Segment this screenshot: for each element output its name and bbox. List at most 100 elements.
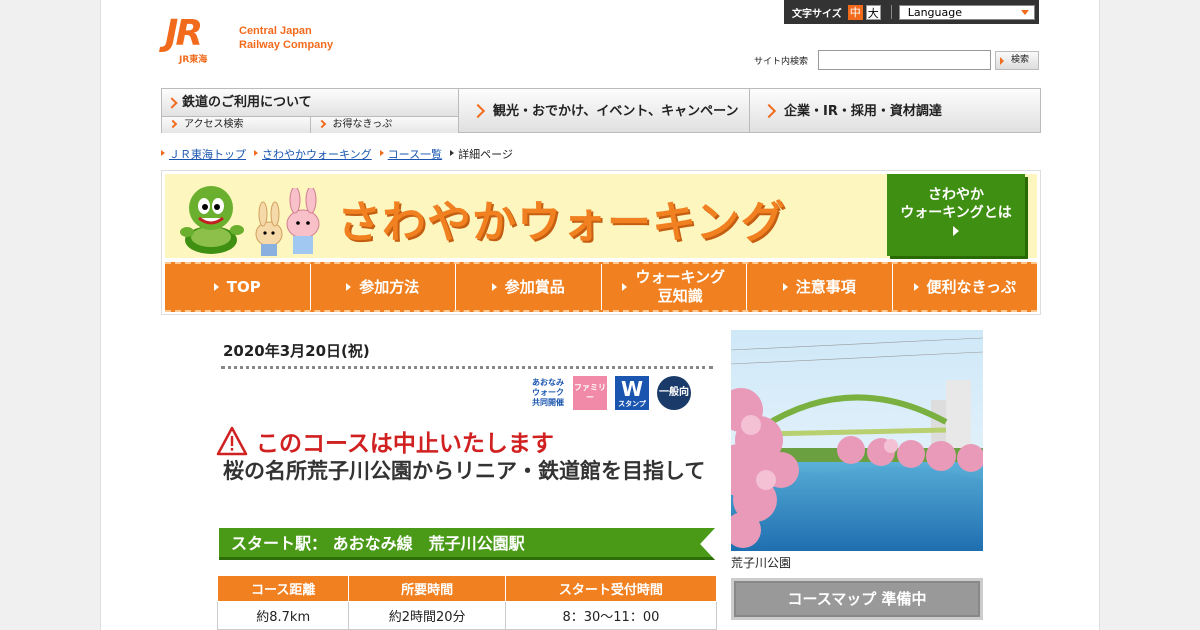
- gnav-corporate[interactable]: 企業・IR・採用・資材調達: [749, 89, 1040, 132]
- gnav-discount-tickets-label: お得なきっぷ: [332, 119, 393, 130]
- logo-text-line1: Central Japan: [239, 25, 312, 37]
- logo-text: Central Japan Railway Company: [239, 24, 333, 52]
- walking-nav-knowledge-label: ウォーキング 豆知識: [635, 268, 725, 306]
- bunny-mascots-icon: [255, 188, 320, 256]
- aonami-walk-badge-line2: 共同開催: [532, 398, 564, 407]
- search-input[interactable]: [818, 50, 991, 70]
- walking-nav-knowledge[interactable]: ウォーキング 豆知識: [600, 264, 747, 310]
- banner-header: さわやかウォーキング さわやか ウォーキングとは: [165, 174, 1037, 258]
- site-search: サイト内検索 検索: [754, 50, 1039, 70]
- start-station-label: スタート駅：: [231, 534, 328, 553]
- divider: [890, 5, 892, 19]
- course-duration: 約2時間20分: [348, 601, 506, 630]
- jr-logo-letters: JR: [165, 13, 203, 54]
- walking-banner: さわやかウォーキング さわやか ウォーキングとは TOP 参加方法 参加賞品 ウ…: [161, 170, 1041, 315]
- walking-nav-prize-label: 参加賞品: [504, 277, 565, 296]
- photo-caption: 荒子川公園: [731, 556, 792, 570]
- walking-nav-top[interactable]: TOP: [165, 264, 310, 310]
- utility-bar: 文字サイズ 中 大 Language: [784, 0, 1039, 24]
- walking-nav-prizes[interactable]: 参加賞品: [455, 264, 601, 310]
- walking-nav: TOP 参加方法 参加賞品 ウォーキング 豆知識 注意事項 便利なきっぷ: [165, 262, 1037, 312]
- about-walking-line1: さわやか: [928, 187, 984, 203]
- course-info-table: コース距離 所要時間 スタート受付時間 約8.7km 約2時間20分 8：30～…: [216, 575, 718, 630]
- warning-icon: [216, 426, 248, 456]
- start-station: スタート駅： あおなみ線 荒子川公園駅: [219, 528, 715, 560]
- cancel-notice: このコースは中止いたします: [216, 424, 554, 458]
- breadcrumb: ＪＲ東海トップ さわやかウォーキング コース一覧 詳細ページ: [161, 146, 521, 162]
- gnav-discount-tickets[interactable]: お得なきっぷ: [310, 117, 458, 133]
- play-arrow-icon: [491, 283, 497, 291]
- aonami-walk-badge-line1: あおなみウォーク: [532, 378, 564, 397]
- about-walking-button[interactable]: さわやか ウォーキングとは: [887, 174, 1025, 256]
- aonami-walk-badge: あおなみウォーク 共同開催: [531, 376, 565, 410]
- chevron-right-icon: [761, 103, 777, 119]
- walking-nav-tickets[interactable]: 便利なきっぷ: [891, 264, 1038, 310]
- logo-text-line2: Railway Company: [239, 39, 334, 51]
- table-row: 約8.7km 約2時間20分 8：30～11：00: [216, 601, 718, 630]
- table-header: スタート受付時間: [504, 575, 718, 602]
- table-header: 所要時間: [348, 575, 506, 602]
- w-stamp-badge: W スタンプ: [615, 376, 649, 410]
- arakogawa-park-photo: [731, 330, 983, 551]
- chevron-right-icon: [317, 119, 326, 129]
- family-badge: ファミリー: [573, 376, 607, 410]
- course-map-button[interactable]: コースマップ 準備中: [731, 578, 983, 620]
- walking-nav-knowledge-line2: 豆知識: [657, 287, 703, 305]
- language-select-label: Language: [907, 5, 962, 19]
- walking-nav-how-label: 参加方法: [359, 277, 420, 296]
- reception-time: 8：30～11：00: [504, 601, 718, 630]
- table-header: コース距離: [216, 575, 350, 602]
- walking-nav-top-label: TOP: [226, 277, 261, 296]
- breadcrumb-jr-top[interactable]: ＪＲ東海トップ: [161, 146, 246, 162]
- gnav-corporate-label: 企業・IR・採用・資材調達: [784, 104, 942, 119]
- breadcrumb-course-list[interactable]: コース一覧: [379, 146, 442, 162]
- jr-central-logo[interactable]: JR JR東海 Central Japan Railway Company: [165, 13, 333, 66]
- chevron-right-icon: [470, 103, 486, 119]
- play-arrow-icon: [782, 283, 788, 291]
- gnav-railway-usage-label: 鉄道のご利用について: [182, 95, 312, 110]
- walking-nav-notes[interactable]: 注意事項: [746, 264, 892, 310]
- course-distance: 約8.7km: [216, 601, 350, 630]
- walking-nav-knowledge-line1: ウォーキング: [635, 268, 726, 286]
- font-size-medium-button[interactable]: 中: [847, 4, 863, 20]
- gnav-sub: アクセス検索 お得なきっぷ: [162, 117, 458, 133]
- gnav-access-search-label: アクセス検索: [184, 119, 244, 130]
- search-button[interactable]: 検索: [995, 50, 1039, 70]
- walking-nav-notes-label: 注意事項: [795, 277, 856, 296]
- gnav-railway-usage[interactable]: 鉄道のご利用について: [162, 89, 458, 117]
- font-size-large-button[interactable]: 大: [865, 4, 881, 20]
- play-arrow-icon: [346, 283, 352, 291]
- turtle-mascot-icon: [180, 186, 244, 254]
- gnav-tourism-label: 観光・おでかけ、イベント、キャンペーン: [493, 104, 739, 119]
- w-stamp-badge-main: W: [620, 377, 644, 401]
- jr-logo-mark: JR JR東海: [165, 13, 229, 66]
- play-arrow-icon: [213, 283, 219, 291]
- font-size-label: 文字サイズ: [792, 8, 842, 20]
- gnav-access-search[interactable]: アクセス検索: [162, 117, 311, 133]
- jr-logo-sub: JR東海: [179, 55, 208, 65]
- w-stamp-badge-sub: スタンプ: [618, 400, 646, 408]
- breadcrumb-current: 詳細ページ: [450, 146, 513, 162]
- global-nav: 鉄道のご利用について アクセス検索 お得なきっぷ 観光・おでかけ、イベント、キャ…: [161, 88, 1041, 133]
- language-select[interactable]: Language: [898, 4, 1035, 20]
- banner-title: さわやかウォーキング: [337, 197, 786, 248]
- general-badge: 一般向: [657, 376, 691, 410]
- walking-nav-tickets-label: 便利なきっぷ: [926, 277, 1016, 296]
- play-arrow-icon: [622, 283, 628, 291]
- gnav-tourism[interactable]: 観光・おでかけ、イベント、キャンペーン: [459, 89, 749, 132]
- chevron-right-icon: [166, 97, 178, 109]
- course-title: 桜の名所荒子川公園からリニア・鉄道館を目指して: [223, 459, 706, 483]
- about-walking-line2: ウォーキングとは: [900, 205, 1012, 221]
- gnav-railway-group: 鉄道のご利用について アクセス検索 お得なきっぷ: [162, 89, 459, 133]
- play-arrow-icon: [953, 226, 959, 236]
- divider: [221, 366, 713, 369]
- start-station-name: あおなみ線 荒子川公園駅: [332, 534, 525, 553]
- chevron-right-icon: [168, 119, 178, 129]
- cancel-notice-text: このコースは中止いたします: [256, 431, 554, 457]
- event-date: 2020年3月20日(祝): [223, 342, 370, 360]
- search-label: サイト内検索: [753, 56, 808, 67]
- chevron-down-icon: [1020, 9, 1029, 15]
- walking-nav-how-to-join[interactable]: 参加方法: [309, 264, 456, 310]
- play-arrow-icon: [913, 283, 919, 291]
- breadcrumb-walking[interactable]: さわやかウォーキング: [254, 146, 372, 162]
